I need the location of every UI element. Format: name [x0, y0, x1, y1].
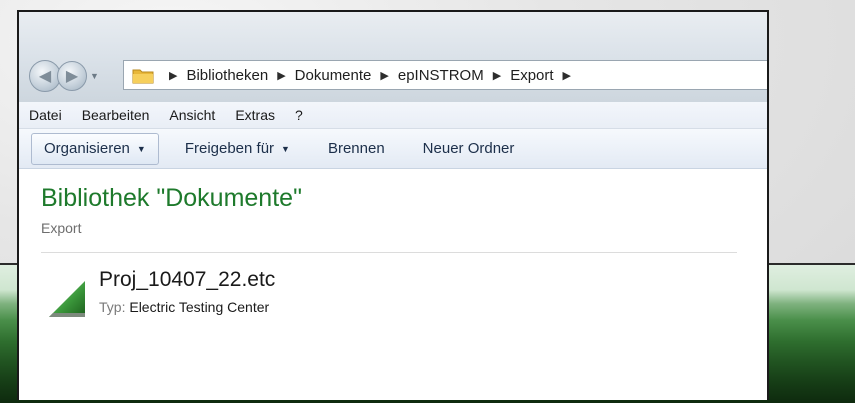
chevron-down-icon: ▼ [136, 143, 146, 154]
menu-item-bearbeiten[interactable]: Bearbeiten [82, 107, 150, 123]
burn-label: Brennen [327, 140, 385, 157]
folder-icon [132, 69, 154, 84]
breadcrumb-item-dokumente[interactable]: Dokumente [295, 67, 372, 84]
new-folder-button[interactable]: Neuer Ordner [411, 133, 527, 165]
organize-button[interactable]: Organisieren ▼ [31, 132, 159, 165]
new-folder-label: Neuer Ordner [422, 140, 515, 157]
content-pane: Bibliothek "Dokumente" Export Proj_10407… [19, 169, 767, 319]
breadcrumb-item-bibliotheken[interactable]: Bibliotheken [186, 67, 268, 84]
breadcrumb-separator-icon[interactable]: ▶ [493, 69, 501, 82]
organize-label: Organisieren [44, 140, 130, 157]
burn-button[interactable]: Brennen [316, 133, 397, 165]
menu-item-ansicht[interactable]: Ansicht [169, 107, 215, 123]
file-type-label: Typ: [99, 299, 126, 315]
command-bar: Organisieren ▼ Freigeben für ▼ Brennen N… [19, 129, 767, 169]
breadcrumb-item-epinstrom[interactable]: epINSTROM [398, 67, 484, 84]
navigation-buttons: ◀ ▶ ▼ [29, 60, 99, 92]
file-name[interactable]: Proj_10407_22.etc [99, 267, 275, 293]
divider [41, 252, 737, 253]
library-title: Bibliothek "Dokumente" [41, 184, 302, 212]
address-bar[interactable]: ▶ Bibliotheken ▶ Dokumente ▶ epINSTROM ▶… [123, 60, 767, 90]
share-with-button[interactable]: Freigeben für ▼ [173, 133, 302, 165]
file-list-item[interactable]: Proj_10407_22.etc Typ: Electric Testing … [47, 267, 767, 319]
breadcrumb-separator-icon[interactable]: ▶ [563, 69, 571, 82]
library-subtitle: Export [41, 220, 82, 236]
menu-item-help[interactable]: ? [295, 107, 303, 123]
breadcrumb-separator-icon[interactable]: ▶ [169, 69, 177, 82]
address-area: ◀ ▶ ▼ ▶ Bibliotheken ▶ Dokumente ▶ epINS… [19, 12, 767, 102]
etc-file-icon [49, 281, 85, 317]
explorer-window: ◀ ▶ ▼ ▶ Bibliotheken ▶ Dokumente ▶ epINS… [17, 10, 769, 400]
forward-button[interactable]: ▶ [57, 61, 87, 91]
menu-bar: Datei Bearbeiten Ansicht Extras ? [19, 102, 767, 129]
menu-item-datei[interactable]: Datei [29, 107, 62, 123]
file-details: Proj_10407_22.etc Typ: Electric Testing … [99, 267, 275, 315]
arrow-left-icon: ◀ [38, 68, 52, 85]
share-label: Freigeben für [184, 140, 275, 157]
breadcrumb-item-export[interactable]: Export [510, 67, 553, 84]
arrow-right-icon: ▶ [65, 68, 79, 85]
chevron-down-icon: ▼ [281, 143, 290, 154]
recent-pages-dropdown-icon[interactable]: ▼ [90, 71, 99, 81]
breadcrumb-separator-icon[interactable]: ▶ [380, 69, 388, 82]
breadcrumb-separator-icon[interactable]: ▶ [277, 69, 285, 82]
file-type: Typ: Electric Testing Center [99, 299, 275, 315]
file-type-value: Electric Testing Center [129, 299, 270, 315]
menu-item-extras[interactable]: Extras [235, 107, 275, 123]
